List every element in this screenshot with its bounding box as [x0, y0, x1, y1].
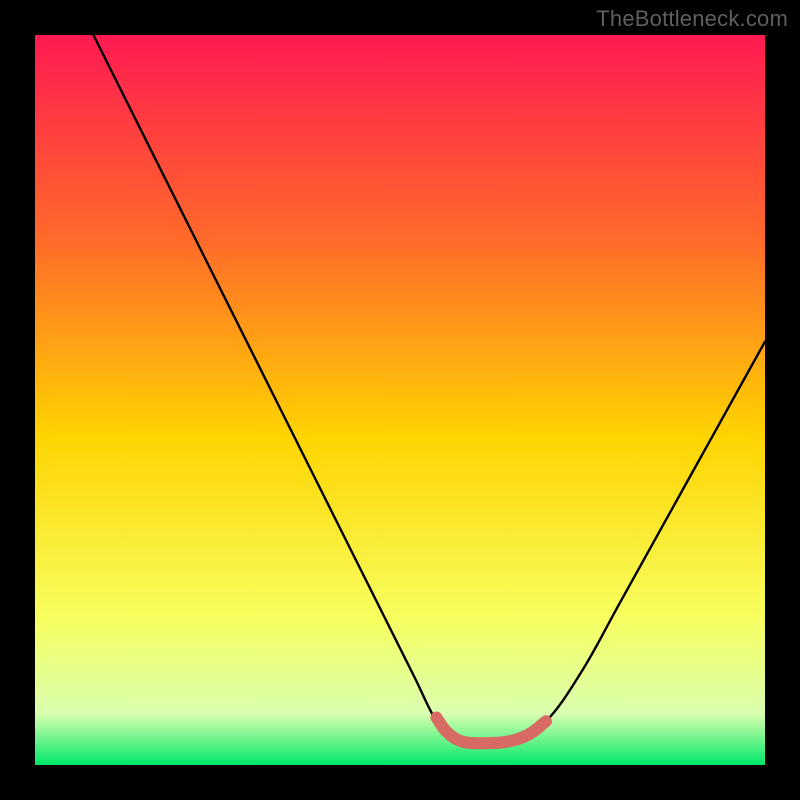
gradient-background [35, 35, 765, 765]
watermark-text: TheBottleneck.com [596, 6, 788, 32]
chart-frame: TheBottleneck.com [0, 0, 800, 800]
plot-area [35, 35, 765, 765]
chart-svg [35, 35, 765, 765]
